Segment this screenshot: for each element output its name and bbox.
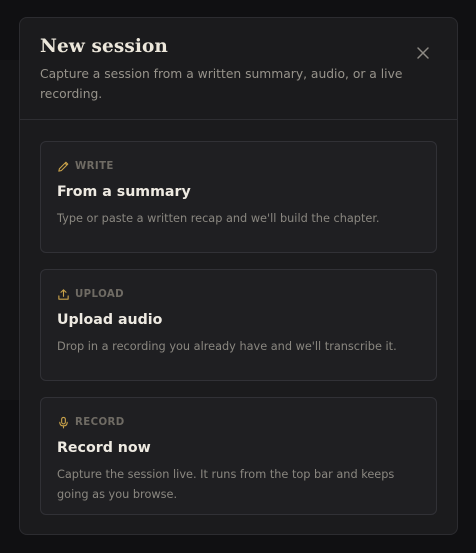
option-tag-label: RECORD bbox=[75, 416, 125, 428]
dialog-header: New session Capture a session from a wri… bbox=[20, 18, 457, 120]
microphone-icon bbox=[59, 416, 68, 428]
pencil-icon bbox=[58, 161, 69, 172]
option-description: Type or paste a written recap and we'll … bbox=[57, 212, 380, 225]
option-tag-label: WRITE bbox=[75, 160, 114, 172]
close-button[interactable] bbox=[415, 45, 431, 61]
option-tag-label: UPLOAD bbox=[75, 288, 124, 300]
option-record[interactable]: RECORD Record now Capture the session li… bbox=[40, 397, 437, 515]
upload-icon bbox=[58, 288, 69, 300]
option-tag: WRITE bbox=[57, 159, 420, 173]
dialog-subtitle: Capture a session from a written summary… bbox=[40, 67, 403, 101]
session-options: WRITE From a summary Type or paste a wri… bbox=[20, 120, 457, 515]
option-description: Drop in a recording you already have and… bbox=[57, 340, 397, 353]
option-tag: RECORD bbox=[57, 415, 420, 429]
new-session-dialog: New session Capture a session from a wri… bbox=[19, 17, 458, 535]
dialog-title: New session bbox=[40, 36, 168, 57]
option-title: Upload audio bbox=[57, 312, 163, 328]
close-icon bbox=[417, 47, 429, 59]
option-tag: UPLOAD bbox=[57, 287, 420, 301]
option-upload[interactable]: UPLOAD Upload audio Drop in a recording … bbox=[40, 269, 437, 381]
option-title: Record now bbox=[57, 440, 151, 456]
option-title: From a summary bbox=[57, 184, 191, 200]
option-write[interactable]: WRITE From a summary Type or paste a wri… bbox=[40, 141, 437, 253]
option-description: Capture the session live. It runs from t… bbox=[57, 468, 395, 501]
